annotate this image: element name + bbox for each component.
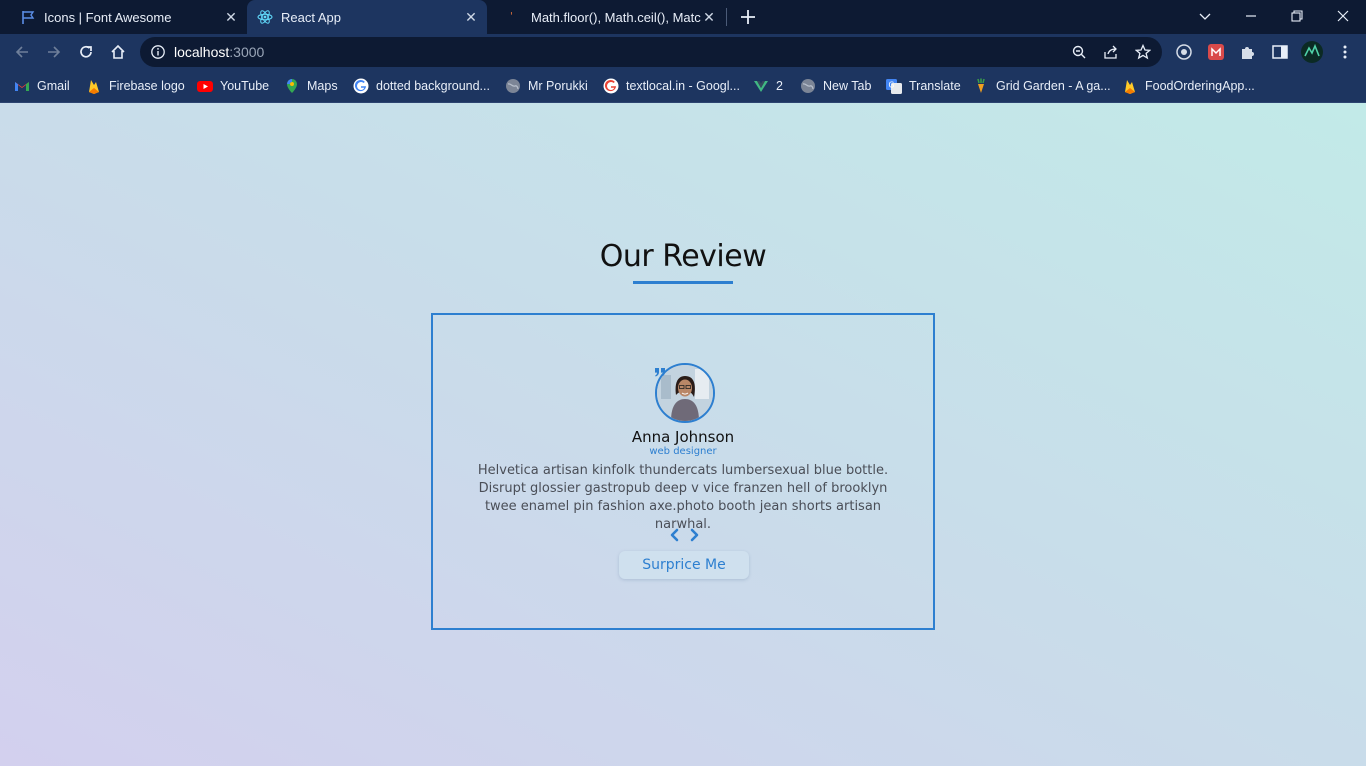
extension-target-icon[interactable] [1174,42,1194,62]
bookmark-youtube[interactable]: YouTube [197,76,269,96]
extension-red-icon[interactable] [1206,42,1226,62]
title-underline [633,281,733,284]
react-icon [257,9,273,25]
bookmark-2[interactable]: 2 [753,76,783,96]
globe-icon [800,78,816,94]
page-content: Our Review Anna Johnson web designer Hel… [0,103,1366,766]
reviewer-job: web designer [649,446,717,457]
bookmark-label: 2 [776,79,783,93]
globe-icon [505,78,521,94]
back-arrow-icon[interactable] [10,40,34,64]
gmail-icon [14,78,30,94]
url-port: :3000 [229,44,265,60]
surprise-me-button[interactable]: Surprice Me [619,551,749,579]
maps-icon [284,78,300,94]
vue-icon [753,78,769,94]
bookmark-grid-garden[interactable]: Grid Garden - A ga... [973,76,1111,96]
bookmark-label: Grid Garden - A ga... [996,79,1111,93]
home-icon[interactable] [106,40,130,64]
bookmark-gmail[interactable]: Gmail [14,76,70,96]
star-icon[interactable] [1135,44,1151,60]
share-icon[interactable] [1103,44,1119,60]
bookmarks-bar: Gmail Firebase logo YouTube Maps dotted … [0,70,1366,103]
bookmark-label: Firebase logo [109,79,185,93]
firebase-icon [86,78,102,94]
carrot-icon [973,78,989,94]
bookmark-label: New Tab [823,79,872,93]
review-card: Anna Johnson web designer Helvetica arti… [431,313,935,630]
bookmark-label: YouTube [220,79,270,93]
chevron-right-icon[interactable] [688,527,702,543]
avatar-container [655,363,715,423]
restore-icon[interactable] [1284,4,1310,28]
reload-icon[interactable] [74,40,98,64]
translate-icon: G [886,78,902,94]
bookmark-label: Gmail [37,79,70,93]
tab-title: Icons | Font Awesome [44,9,172,25]
bookmark-label: dotted background... [376,79,490,93]
bookmark-food-ordering-app[interactable]: FoodOrderingApp... [1122,76,1255,96]
browser-toolbar: localhost:3000 [0,34,1366,70]
tab-separator [726,8,727,26]
tab-react-app[interactable]: React App ✕ [247,0,487,34]
page-title: Our Review [599,239,767,274]
close-tab-icon[interactable]: ✕ [223,9,239,25]
bookmark-label: textlocal.in - Googl... [626,79,740,93]
bookmark-maps[interactable]: Maps [284,76,338,96]
svg-text:G: G [889,81,895,90]
tab-title: React App [281,9,341,25]
quote-icon [654,366,668,380]
url-text: localhost:3000 [174,44,264,60]
tab-math-floor[interactable]: ' Math.floor(), Math.ceil(), Match.tr ✕ [497,0,725,34]
close-tab-icon[interactable]: ✕ [463,9,479,25]
info-icon[interactable] [150,44,166,60]
bookmark-label: FoodOrderingApp... [1145,79,1255,93]
bookmark-dotted-background[interactable]: dotted background... [353,76,490,96]
zoom-icon[interactable] [1071,44,1087,60]
bookmark-new-tab[interactable]: New Tab [800,76,871,96]
flag-icon [20,9,36,25]
menu-dots-icon[interactable] [1335,42,1355,62]
chevron-down-icon[interactable] [1192,4,1218,28]
reviewer-name: Anna Johnson [631,428,735,446]
tab-font-awesome[interactable]: Icons | Font Awesome ✕ [12,0,247,34]
youtube-icon [197,78,213,94]
bookmark-label: Maps [307,79,338,93]
review-text: Helvetica artisan kinfolk thundercats lu… [477,463,889,532]
forward-arrow-icon[interactable] [42,40,66,64]
firebase-icon [1122,78,1138,94]
close-window-icon[interactable] [1330,4,1356,28]
svg-text:': ' [510,11,513,22]
tab-title: Math.floor(), Math.ceil(), Match.tr [531,9,701,25]
tab-strip: Icons | Font Awesome ✕ React App ✕ ' Mat… [0,0,1366,34]
bookmark-mr-porukki[interactable]: Mr Porukki [505,76,588,96]
minimize-icon[interactable] [1238,4,1264,28]
puzzle-icon[interactable] [1238,42,1258,62]
close-tab-icon[interactable]: ✕ [701,9,717,25]
review-navigation [665,527,705,543]
bookmark-translate[interactable]: G Translate [886,76,961,96]
bookmark-firebase-logo[interactable]: Firebase logo [86,76,185,96]
side-panel-icon[interactable] [1270,42,1290,62]
google-icon [353,78,369,94]
bookmark-textlocal[interactable]: textlocal.in - Googl... [603,76,740,96]
profile-avatar-icon[interactable] [1300,40,1324,64]
bookmark-label: Mr Porukki [528,79,588,93]
script-icon: ' [507,9,523,25]
url-host: localhost [174,44,230,60]
address-bar[interactable]: localhost:3000 [140,37,1162,67]
bookmark-label: Translate [909,79,961,93]
google-icon [603,78,619,94]
chevron-left-icon[interactable] [667,527,681,543]
plus-icon[interactable] [737,6,759,28]
